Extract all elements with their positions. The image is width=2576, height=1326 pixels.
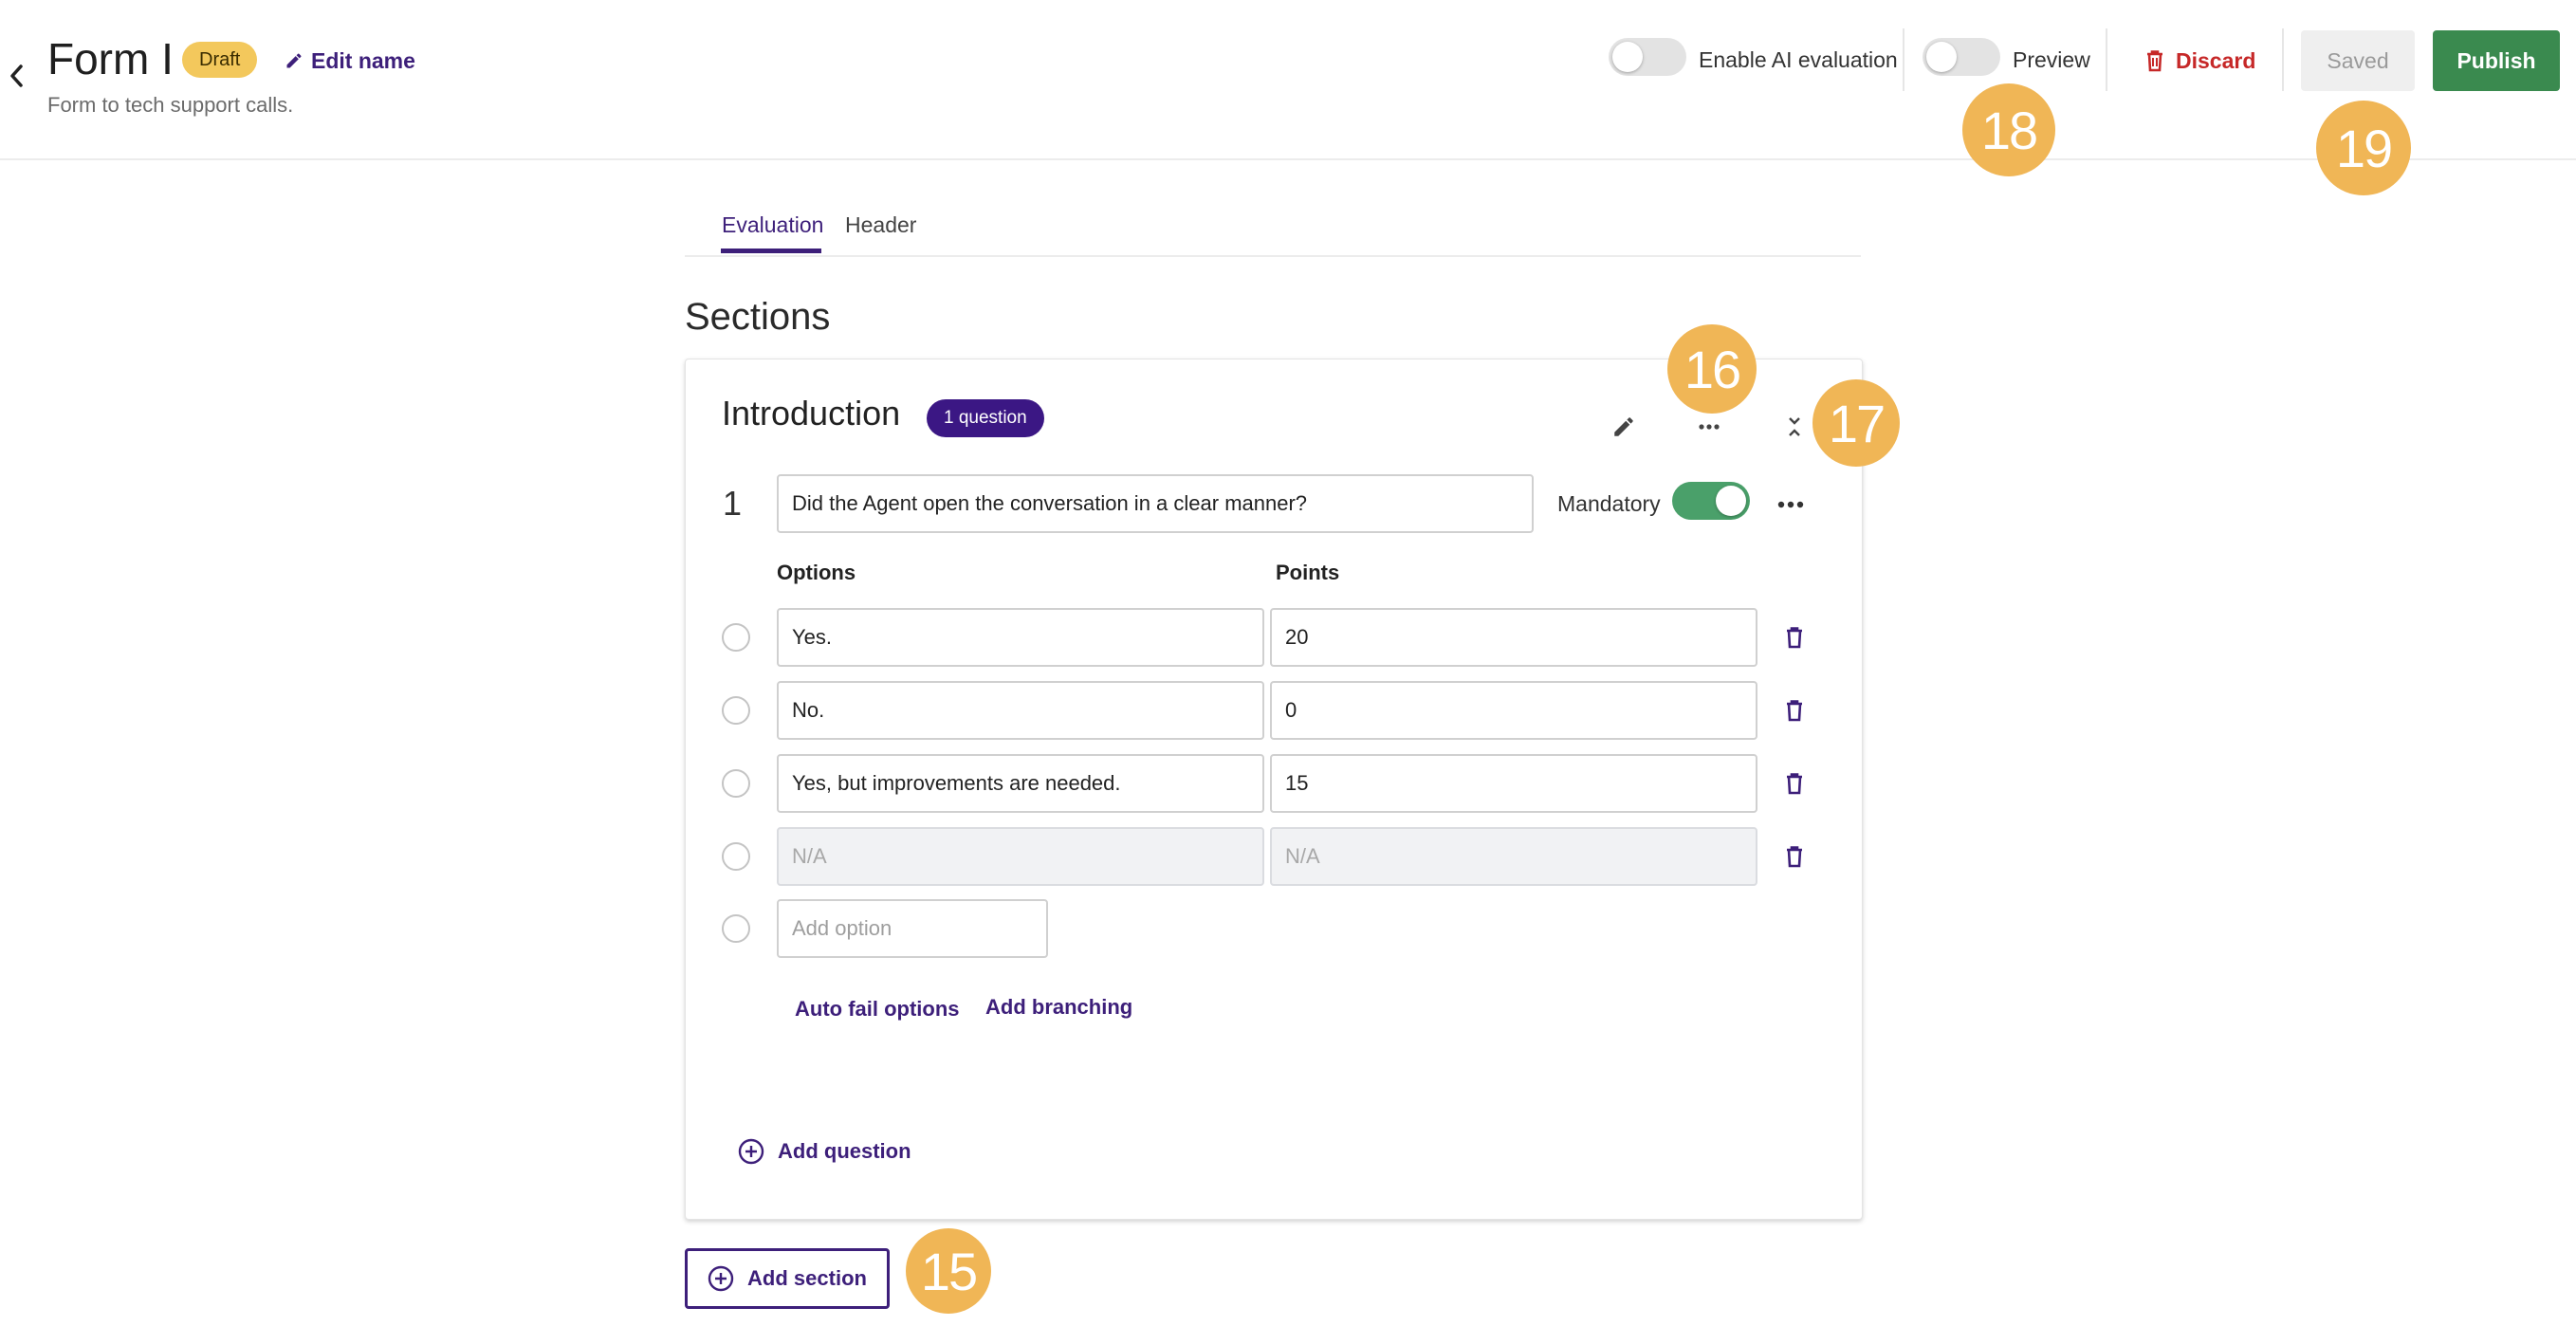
preview-toggle[interactable] xyxy=(1923,38,2000,76)
delete-option-button[interactable] xyxy=(1779,839,1810,874)
add-question-button[interactable]: Add question xyxy=(738,1134,911,1169)
step-marker-15: 15 xyxy=(906,1228,991,1314)
pencil-icon xyxy=(1614,417,1633,436)
option-radio[interactable] xyxy=(722,696,750,725)
option-radio[interactable] xyxy=(722,769,750,798)
edit-name-label: Edit name xyxy=(311,47,415,73)
delete-option-button[interactable] xyxy=(1779,620,1810,654)
option-radio[interactable] xyxy=(722,623,750,652)
toggle-knob xyxy=(1716,486,1746,516)
delete-option-button[interactable] xyxy=(1779,693,1810,727)
discard-label: Discard xyxy=(2176,47,2256,73)
na-option-input xyxy=(777,827,1264,886)
tab-evaluation[interactable]: Evaluation xyxy=(722,212,823,238)
add-branching-link[interactable]: Add branching xyxy=(985,995,1132,1020)
points-input[interactable] xyxy=(1270,754,1757,813)
ai-evaluation-label: Enable AI evaluation xyxy=(1699,47,1898,72)
plus-circle-icon xyxy=(738,1138,764,1165)
add-option-input[interactable] xyxy=(777,899,1048,958)
step-marker-16: 16 xyxy=(1667,324,1757,414)
active-tab-indicator xyxy=(721,249,821,253)
question-text-input[interactable] xyxy=(777,474,1534,533)
mandatory-label: Mandatory xyxy=(1557,491,1661,516)
back-button[interactable] xyxy=(2,59,30,93)
edit-section-button[interactable] xyxy=(1605,408,1643,446)
trash-icon xyxy=(1787,700,1802,722)
option-input[interactable] xyxy=(777,608,1264,667)
step-marker-18: 18 xyxy=(1962,83,2055,176)
add-section-button[interactable]: Add section xyxy=(685,1248,890,1309)
collapse-icon xyxy=(1789,417,1800,436)
step-marker-17: 17 xyxy=(1812,379,1900,467)
collapse-section-button[interactable] xyxy=(1776,408,1813,446)
na-points-input xyxy=(1270,827,1757,886)
divider xyxy=(2106,28,2107,91)
publish-button[interactable]: Publish xyxy=(2433,30,2560,91)
section-more-button[interactable] xyxy=(1690,408,1728,446)
option-radio[interactable] xyxy=(722,842,750,871)
form-title: Form I xyxy=(47,34,174,83)
points-input[interactable] xyxy=(1270,608,1757,667)
saved-button[interactable]: Saved xyxy=(2301,30,2415,91)
form-description: Form to tech support calls. xyxy=(47,93,294,117)
trash-icon xyxy=(1787,627,1802,649)
pencil-icon xyxy=(286,53,302,68)
points-header: Points xyxy=(1276,561,1340,584)
option-radio[interactable] xyxy=(722,914,750,943)
auto-fail-options-link[interactable]: Auto fail options xyxy=(795,997,960,1022)
delete-option-button[interactable] xyxy=(1779,766,1810,801)
trash-icon xyxy=(1787,773,1802,795)
options-header: Options xyxy=(777,561,856,584)
top-bar xyxy=(0,0,2576,160)
tab-header[interactable]: Header xyxy=(845,212,916,238)
question-number: 1 xyxy=(723,484,743,523)
edit-name-button[interactable]: Edit name xyxy=(285,44,415,78)
plus-circle-icon xyxy=(708,1265,734,1292)
add-section-label: Add section xyxy=(747,1266,867,1290)
divider xyxy=(2282,28,2284,91)
more-horizontal-icon xyxy=(1699,424,1720,430)
trash-icon xyxy=(1787,846,1802,868)
sections-heading: Sections xyxy=(685,296,831,338)
step-marker-19: 19 xyxy=(2316,101,2411,195)
ai-evaluation-toggle[interactable] xyxy=(1609,38,1686,76)
divider xyxy=(1903,28,1904,91)
option-input[interactable] xyxy=(777,754,1264,813)
discard-button[interactable]: Discard xyxy=(2145,44,2255,78)
section-title: Introduction xyxy=(722,394,901,433)
question-count-badge: 1 question xyxy=(927,399,1044,437)
tab-divider xyxy=(685,255,1861,257)
add-question-label: Add question xyxy=(778,1139,911,1163)
mandatory-toggle[interactable] xyxy=(1672,482,1750,520)
preview-label: Preview xyxy=(2013,47,2090,72)
toggle-knob xyxy=(1612,42,1643,72)
status-badge: Draft xyxy=(182,42,258,78)
trash-icon xyxy=(2147,50,2162,72)
option-input[interactable] xyxy=(777,681,1264,740)
more-horizontal-icon xyxy=(1777,501,1804,508)
chevron-left-icon xyxy=(10,64,23,87)
toggle-knob xyxy=(1926,42,1957,72)
points-input[interactable] xyxy=(1270,681,1757,740)
question-more-button[interactable] xyxy=(1772,486,1810,524)
